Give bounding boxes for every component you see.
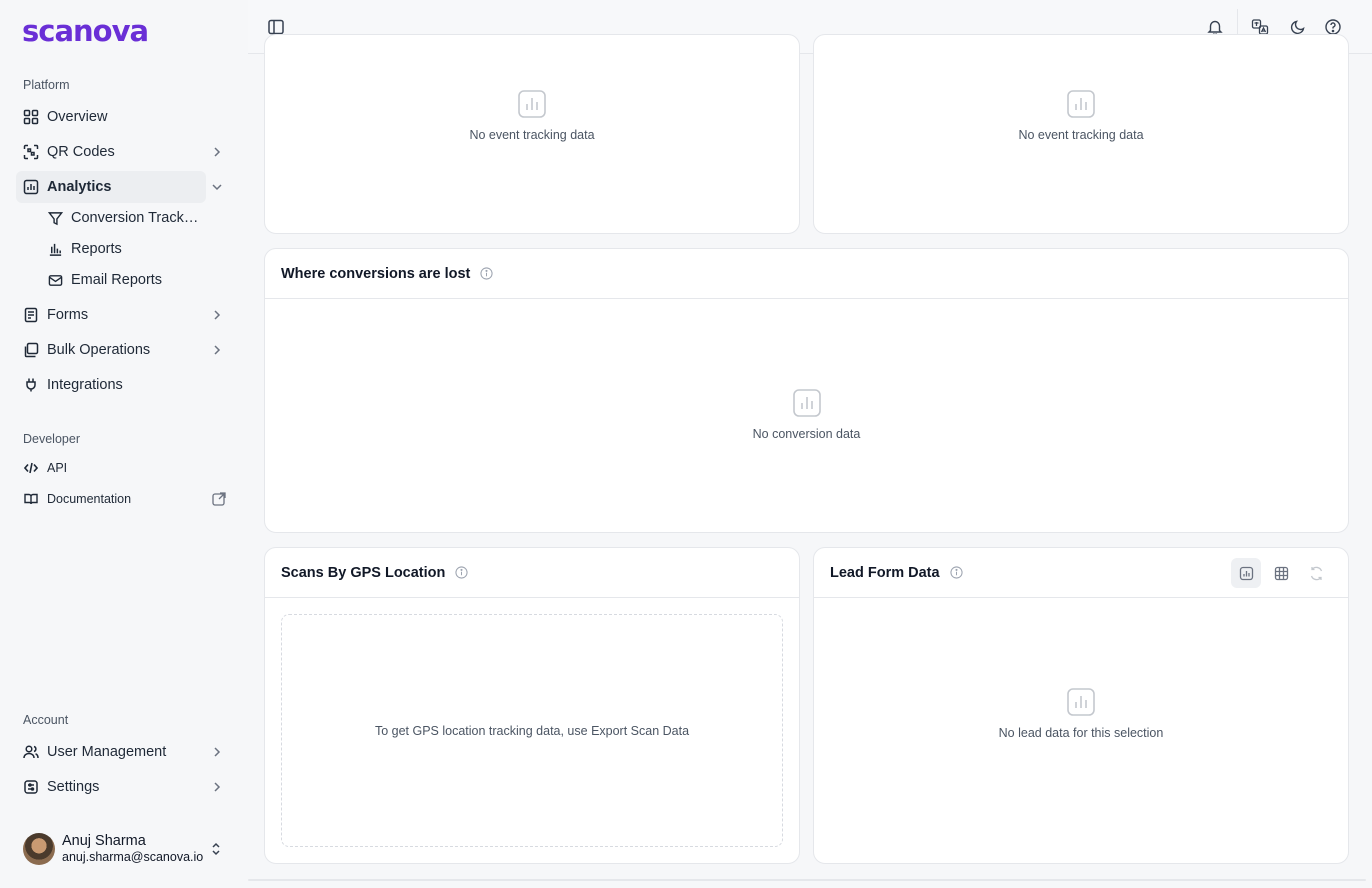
sidebar-subitem-conversion-tracking[interactable]: Conversion Tracking: [40, 204, 206, 232]
sidebar-item-label: Bulk Operations: [47, 342, 151, 358]
bulk-icon: [24, 342, 39, 358]
empty-state: No event tracking data: [265, 89, 799, 142]
sidebar-subitem-label: Email Reports: [71, 272, 163, 288]
chevron-right-icon: [214, 147, 221, 157]
event-tracking-card-right: No event tracking data: [813, 34, 1349, 234]
card-header: Where conversions are lost: [265, 249, 1348, 299]
card-header: Scans By GPS Location: [265, 548, 799, 598]
chevron-right-icon: [214, 747, 221, 757]
empty-message: No conversion data: [752, 427, 861, 441]
book-icon: [24, 493, 38, 505]
card-header: Lead Form Data: [814, 548, 1348, 598]
plug-icon: [26, 378, 36, 392]
sidebar-item-forms[interactable]: Forms: [16, 299, 221, 331]
empty-state: No conversion data: [265, 388, 1348, 441]
sidebar-item-label: API: [47, 461, 68, 475]
bar-chart-icon: [49, 243, 62, 256]
card-title: Scans By GPS Location: [281, 564, 446, 581]
sidebar-subitem-label: Reports: [71, 241, 122, 257]
form-icon: [24, 307, 38, 323]
refresh-button[interactable]: [1301, 558, 1331, 588]
empty-message: No lead data for this selection: [998, 726, 1164, 740]
info-icon[interactable]: [455, 566, 468, 579]
analytics-icon: [23, 179, 39, 195]
qr-scan-icon: [23, 144, 39, 160]
sidebar-item-label: Documentation: [47, 492, 132, 506]
card-title: Lead Form Data: [830, 564, 940, 581]
sidebar-item-label: Analytics: [47, 179, 112, 195]
funnel-icon: [48, 211, 63, 225]
empty-state: No event tracking data: [814, 89, 1348, 142]
sidebar: scanova Platform Overview QR Codes Analy…: [0, 0, 248, 888]
chevron-right-icon: [214, 310, 221, 320]
conversions-lost-card: Where conversions are lost No conversion…: [264, 248, 1349, 533]
logo-text: scanova: [22, 14, 149, 48]
card-title: Where conversions are lost: [281, 265, 471, 282]
chart-placeholder-icon: [518, 90, 546, 118]
table-view-icon: [1274, 566, 1288, 580]
sidebar-item-overview[interactable]: Overview: [16, 101, 206, 133]
section-label-account: Account: [23, 713, 69, 727]
empty-message: No event tracking data: [1018, 128, 1144, 142]
users-icon: [23, 745, 39, 759]
chart-placeholder-icon: [1067, 90, 1095, 118]
chart-placeholder-icon: [1067, 688, 1095, 716]
lead-form-card: Lead Form Data No lead data for this sel…: [813, 547, 1349, 864]
gps-location-card: Scans By GPS Location To get GPS locatio…: [264, 547, 800, 864]
sidebar-item-api[interactable]: API: [16, 455, 230, 481]
sidebar-item-bulk-operations[interactable]: Bulk Operations: [16, 334, 221, 366]
gps-placeholder: To get GPS location tracking data, use E…: [281, 614, 783, 847]
sidebar-item-label: Overview: [47, 109, 108, 125]
chevron-down-icon: [212, 184, 222, 191]
info-icon[interactable]: [480, 267, 493, 280]
user-name: Anuj Sharma: [62, 833, 146, 849]
settings-icon: [24, 780, 38, 794]
sidebar-item-user-management[interactable]: User Management: [16, 736, 221, 768]
table-view-button[interactable]: [1266, 558, 1296, 588]
code-icon: [24, 462, 38, 474]
grid-icon: [23, 109, 39, 125]
event-tracking-card-left: No event tracking data: [264, 34, 800, 234]
sidebar-subitem-reports[interactable]: Reports: [40, 235, 206, 263]
empty-state: No lead data for this selection: [814, 687, 1348, 740]
refresh-icon: [1310, 566, 1322, 580]
sidebar-item-analytics[interactable]: Analytics: [16, 171, 222, 203]
chevron-right-icon: [214, 345, 221, 355]
chart-view-icon: [1239, 566, 1253, 580]
section-label-developer: Developer: [23, 432, 80, 446]
external-link-icon: [212, 492, 226, 506]
chevron-right-icon: [214, 782, 221, 792]
sidebar-item-settings[interactable]: Settings: [16, 771, 221, 803]
sidebar-item-label: Integrations: [47, 377, 123, 393]
avatar: [23, 833, 55, 865]
main-content: No event tracking data No event tracking…: [248, 34, 1372, 888]
sidebar-item-integrations[interactable]: Integrations: [16, 369, 206, 401]
brand-logo[interactable]: scanova: [22, 14, 149, 48]
sidebar-subitem-email-reports[interactable]: Email Reports: [40, 266, 206, 294]
chevrons-up-down-icon: [212, 842, 220, 856]
sidebar-item-label: Settings: [47, 779, 100, 795]
mail-icon: [48, 274, 63, 286]
user-email: anuj.sharma@scanova.io: [62, 850, 204, 864]
sidebar-item-label: User Management: [47, 744, 167, 760]
sidebar-item-documentation[interactable]: Documentation: [16, 486, 230, 512]
section-label-platform: Platform: [23, 78, 70, 92]
info-icon[interactable]: [950, 566, 963, 579]
chart-placeholder-icon: [792, 389, 821, 417]
sidebar-subitem-label: Conversion Tracking: [71, 210, 201, 226]
chart-view-button[interactable]: [1231, 558, 1261, 588]
content-bottom-edge: [248, 879, 1366, 881]
user-menu[interactable]: Anuj Sharma anuj.sharma@scanova.io: [23, 832, 233, 866]
sidebar-item-label: Forms: [47, 307, 89, 323]
gps-message: To get GPS location tracking data, use E…: [374, 723, 690, 738]
sidebar-item-label: QR Codes: [47, 144, 115, 160]
sidebar-item-qr-codes[interactable]: QR Codes: [16, 136, 221, 168]
empty-message: No event tracking data: [469, 128, 595, 142]
